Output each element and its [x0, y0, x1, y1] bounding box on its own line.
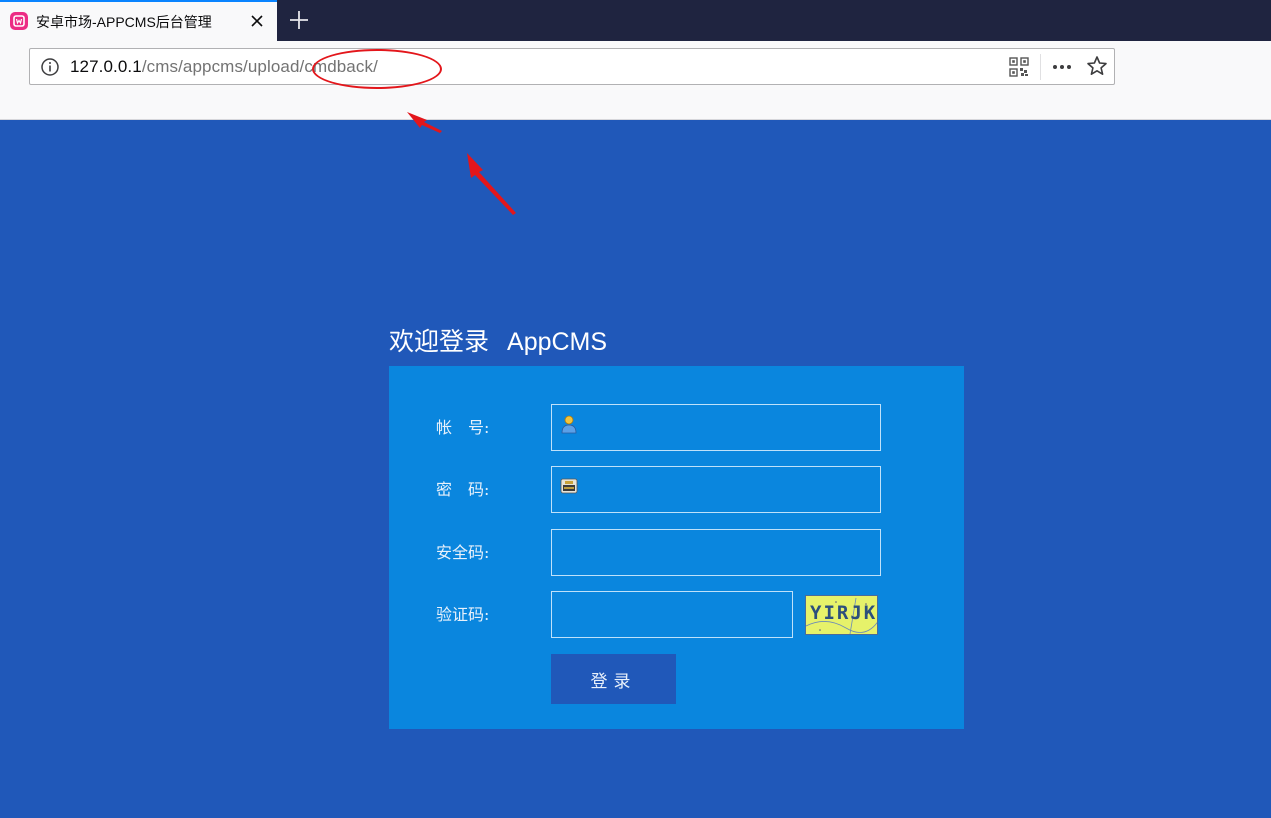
security-code-input[interactable]: [551, 529, 881, 576]
password-input[interactable]: [551, 466, 881, 513]
captcha-input[interactable]: [551, 591, 793, 638]
qr-code-icon[interactable]: [1009, 57, 1029, 77]
more-icon[interactable]: [1051, 57, 1073, 77]
captcha-label: 验证码:: [436, 605, 490, 624]
url-bar-separator: [1040, 54, 1041, 80]
browser-tab[interactable]: 安卓市场-APPCMS后台管理: [0, 0, 277, 41]
url-bar[interactable]: 127.0.0.1/cms/appcms/upload/cmdback/: [29, 48, 1115, 85]
key-lock-icon: [560, 476, 578, 496]
password-label: 密 码:: [436, 480, 490, 499]
plus-icon[interactable]: [286, 7, 312, 33]
account-input[interactable]: [551, 404, 881, 451]
annotation-arrow-lower: [467, 153, 516, 215]
tab-strip: 安卓市场-APPCMS后台管理: [0, 0, 1271, 41]
tab-title: 安卓市场-APPCMS后台管理: [36, 14, 212, 30]
welcome-text: 欢迎登录: [389, 328, 490, 356]
login-heading: 欢迎登录 AppCMS: [389, 322, 607, 358]
star-icon[interactable]: [1086, 55, 1108, 77]
captcha-image[interactable]: YIRJK: [805, 595, 878, 635]
login-button[interactable]: 登录: [551, 654, 676, 704]
security-code-label: 安全码:: [436, 543, 490, 562]
captcha-text: YIRJK: [810, 602, 878, 624]
appcms-favicon-icon: [10, 12, 28, 30]
account-label: 帐 号:: [436, 418, 490, 437]
navigation-bar: 127.0.0.1/cms/appcms/upload/cmdback/: [0, 41, 1271, 120]
brand-name: AppCMS: [507, 328, 608, 356]
login-panel: 帐 号: 密 码: 安全码: 验证码: YIRJK 登录: [389, 366, 964, 729]
info-icon[interactable]: [40, 57, 60, 77]
user-icon: [560, 414, 578, 434]
url-text[interactable]: 127.0.0.1/cms/appcms/upload/cmdback/: [70, 57, 378, 77]
url-host: 127.0.0.1: [70, 57, 142, 76]
close-icon[interactable]: [246, 10, 268, 32]
url-path: /cms/appcms/upload/cmdback/: [141, 57, 378, 76]
